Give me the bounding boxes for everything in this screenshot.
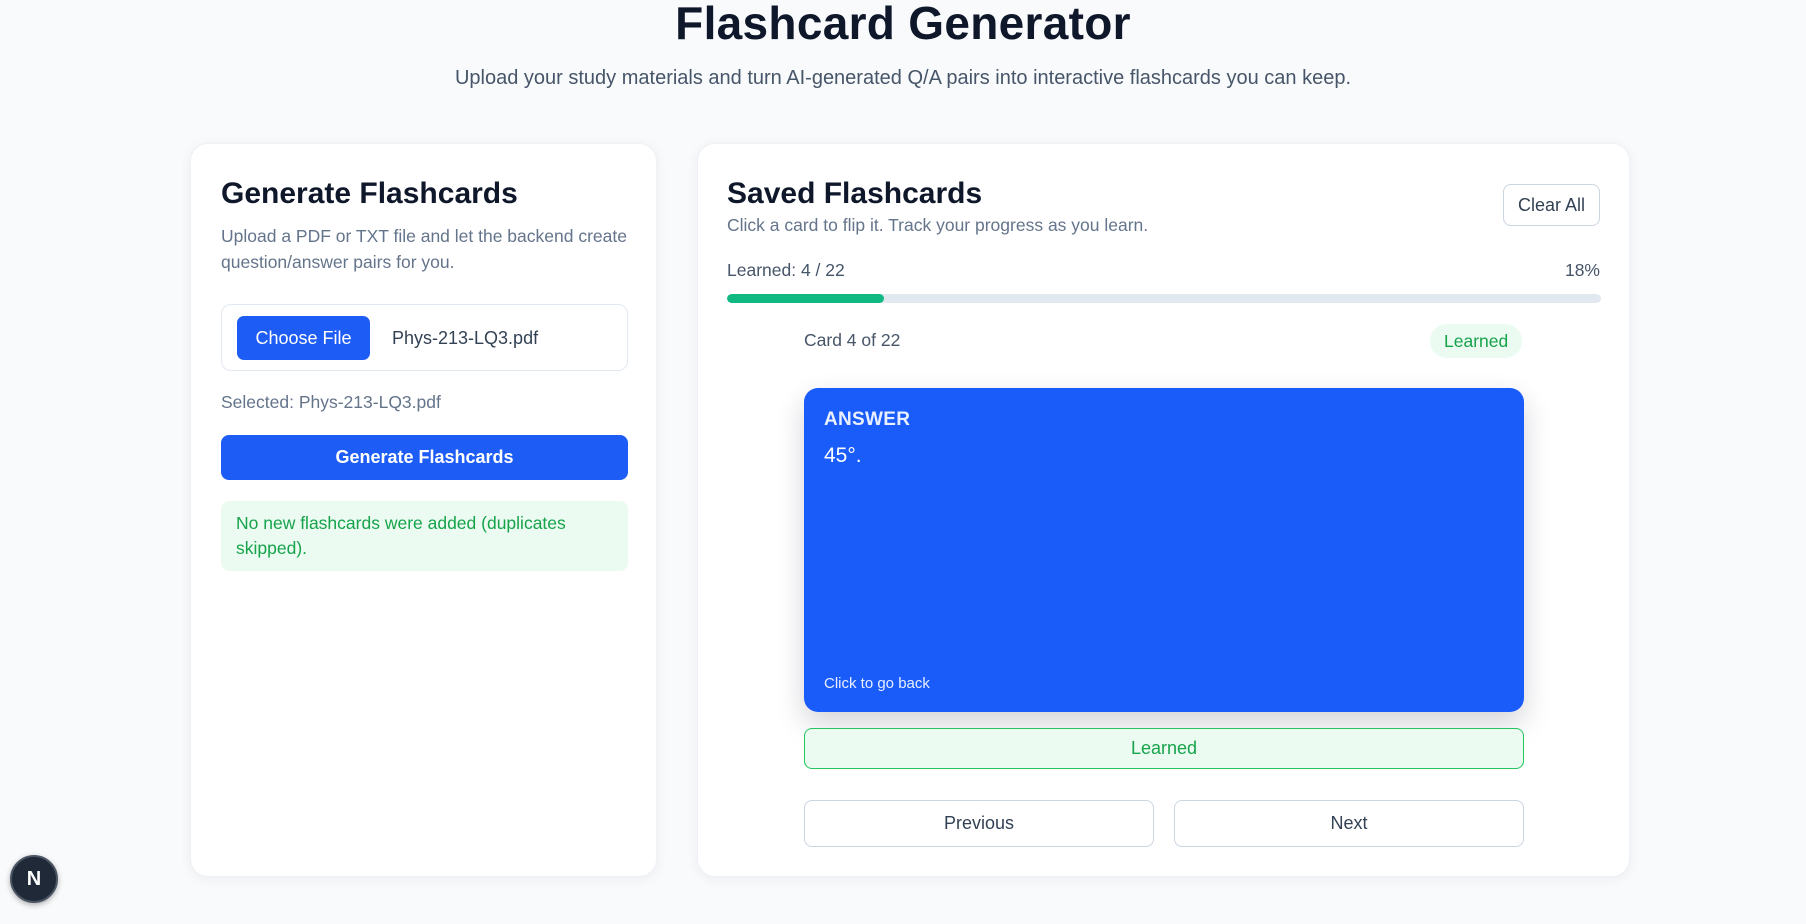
card-counter: Card 4 of 22 [804,330,901,350]
selected-file-text: Selected: Phys-213-LQ3.pdf [221,392,441,412]
status-badge: Learned [1430,324,1523,358]
status-notice: No new flashcards were added (duplicates… [221,501,628,571]
progress-fill [727,294,885,303]
generate-flashcards-button[interactable]: Generate Flashcards [221,435,628,480]
flashcard[interactable]: ANSWER 45°. Click to go back [804,388,1524,712]
page-subtitle: Upload your study materials and turn AI-… [454,67,1352,89]
progress-percent: 18% [1564,260,1600,280]
file-name: Phys-213-LQ3.pdf [392,328,539,348]
card-text: 45°. [824,444,862,467]
nextjs-icon[interactable]: N [10,855,58,903]
saved-panel: Saved Flashcards Click a card to flip it… [697,143,1630,877]
progress-bar [727,294,1601,303]
card-hint: Click to go back [824,675,930,692]
clear-all-button[interactable]: Clear All [1503,184,1600,226]
choose-file-button[interactable]: Choose File [237,316,370,360]
learned-toggle-button[interactable]: Learned [804,728,1524,769]
page: Flashcard Generator Upload your study ma… [0,0,1806,924]
next-button[interactable]: Next [1174,800,1524,847]
generate-panel: Generate Flashcards Upload a PDF or TXT … [190,143,657,877]
file-input[interactable]: Choose File Phys-213-LQ3.pdf [221,304,628,371]
generate-description: Upload a PDF or TXT file and let the bac… [221,226,627,272]
card-side-label: ANSWER [824,409,911,430]
saved-description: Click a card to flip it. Track your prog… [727,215,1149,235]
generate-heading: Generate Flashcards [221,177,518,210]
page-title: Flashcard Generator [675,0,1131,49]
saved-heading: Saved Flashcards [727,177,983,210]
learned-count: Learned: 4 / 22 [727,260,845,280]
previous-button[interactable]: Previous [804,800,1154,847]
